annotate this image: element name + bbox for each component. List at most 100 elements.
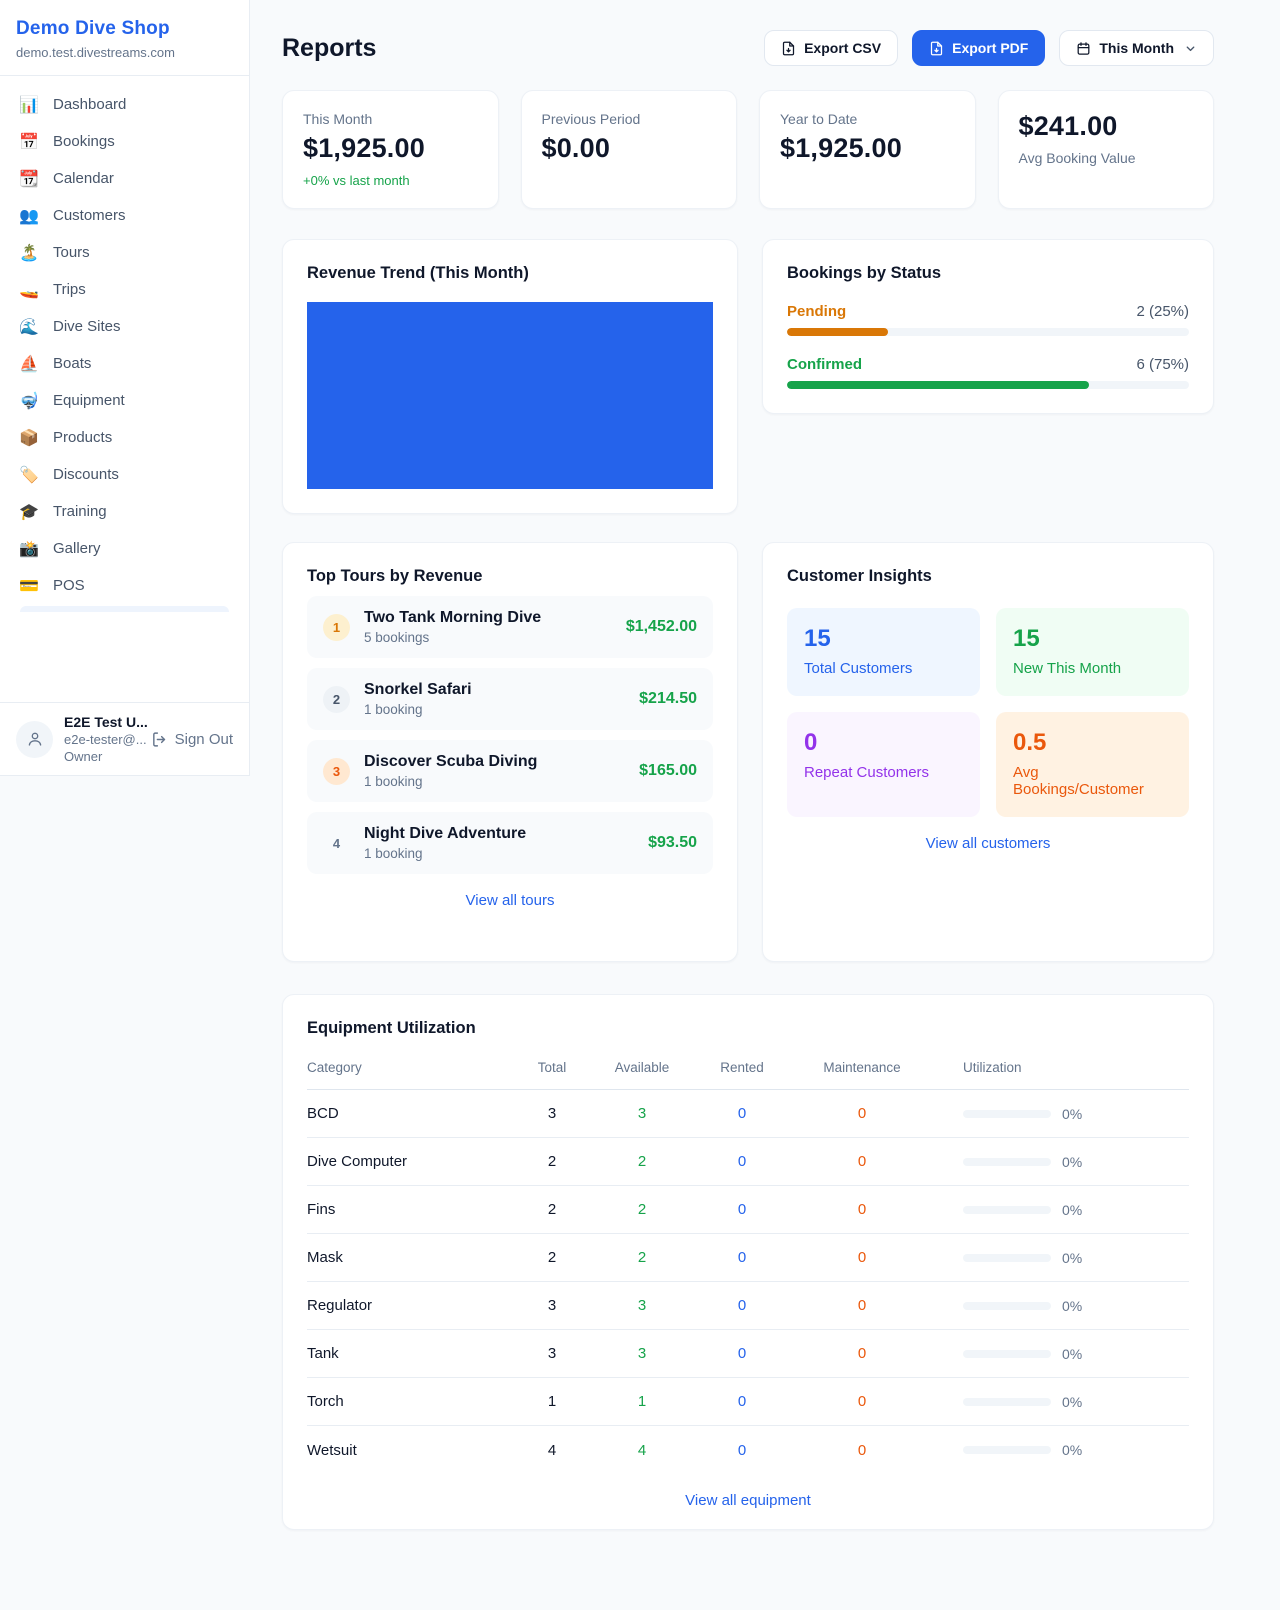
avatar — [16, 721, 53, 758]
wave-icon: 🌊 — [18, 319, 40, 335]
tile-label: Avg Bookings/Customer — [1013, 764, 1172, 798]
view-all-tours-link[interactable]: View all tours — [307, 892, 713, 909]
active-nav-pill-partial — [20, 606, 229, 612]
sidebar-item-bookings[interactable]: 📅 Bookings — [8, 123, 241, 160]
shop-header: Demo Dive Shop demo.test.divestreams.com — [0, 0, 249, 76]
graduation-cap-icon: 🎓 — [18, 504, 40, 520]
equipment-maintenance: 0 — [797, 1201, 927, 1218]
equipment-category: Fins — [307, 1201, 507, 1218]
stat-card-avg-booking-value: $241.00 Avg Booking Value — [998, 90, 1215, 209]
status-row-confirmed: Confirmed 6 (75%) — [787, 356, 1189, 389]
tour-bookings: 1 booking — [364, 702, 625, 717]
equipment-maintenance: 0 — [797, 1345, 927, 1362]
sidebar-item-pos[interactable]: 💳 POS — [8, 567, 241, 604]
stat-value: $1,925.00 — [303, 133, 478, 164]
credit-card-icon: 💳 — [18, 578, 40, 594]
utilization-bar — [963, 1302, 1051, 1310]
sidebar-item-label: Dive Sites — [53, 318, 121, 335]
equipment-category: Mask — [307, 1249, 507, 1266]
sidebar-item-tours[interactable]: 🏝️ Tours — [8, 234, 241, 271]
export-csv-button[interactable]: Export CSV — [764, 30, 898, 66]
sign-out-button[interactable]: Sign Out — [151, 731, 233, 748]
sidebar-item-boats[interactable]: ⛵ Boats — [8, 345, 241, 382]
sidebar-item-label: Equipment — [53, 392, 125, 409]
utilization-percent: 0% — [1062, 1298, 1082, 1314]
sidebar-item-label: Trips — [53, 281, 86, 298]
equipment-maintenance: 0 — [797, 1393, 927, 1410]
user-email: e2e-tester@... — [64, 732, 140, 747]
calendar-icon — [1076, 41, 1091, 56]
bookings-by-status-card: Bookings by Status Pending 2 (25%) Confi… — [762, 239, 1214, 414]
page-title: Reports — [282, 34, 376, 63]
equipment-total: 3 — [507, 1297, 597, 1314]
rank-badge: 1 — [323, 614, 350, 641]
table-body: BCD 3 3 0 0 0% Dive Computer 2 2 0 0 — [307, 1090, 1189, 1474]
tile-label: New This Month — [1013, 660, 1172, 677]
equipment-category: BCD — [307, 1105, 507, 1122]
view-all-equipment-link[interactable]: View all equipment — [307, 1492, 1189, 1509]
utilization-percent: 0% — [1062, 1154, 1082, 1170]
user-section: E2E Test U... e2e-tester@... Owner Sign … — [0, 702, 249, 775]
chevron-down-icon — [1184, 42, 1197, 55]
equipment-total: 2 — [507, 1201, 597, 1218]
bookings-by-status-title: Bookings by Status — [787, 264, 1189, 283]
user-name: E2E Test U... — [64, 714, 140, 730]
equipment-available: 3 — [597, 1105, 687, 1122]
stat-value: $1,925.00 — [780, 133, 955, 164]
utilization-bar — [963, 1158, 1051, 1166]
top-tours-card: Top Tours by Revenue 1 Two Tank Morning … — [282, 542, 738, 962]
table-row: BCD 3 3 0 0 0% — [307, 1090, 1189, 1138]
sidebar-item-label: Boats — [53, 355, 91, 372]
sidebar-item-customers[interactable]: 👥 Customers — [8, 197, 241, 234]
charts-row: Revenue Trend (This Month) Bookings by S… — [282, 239, 1214, 514]
sidebar-item-trips[interactable]: 🚤 Trips — [8, 271, 241, 308]
utilization-percent: 0% — [1062, 1442, 1082, 1458]
progress-track — [787, 328, 1189, 336]
package-icon: 📦 — [18, 430, 40, 446]
export-pdf-button[interactable]: Export PDF — [912, 30, 1045, 66]
status-label-confirmed: Confirmed — [787, 356, 862, 373]
equipment-rented: 0 — [687, 1345, 797, 1362]
sidebar-item-label: Calendar — [53, 170, 114, 187]
sidebar-item-gallery[interactable]: 📸 Gallery — [8, 530, 241, 567]
sailboat-icon: ⛵ — [18, 356, 40, 372]
tour-bookings: 1 booking — [364, 774, 625, 789]
sidebar-item-discounts[interactable]: 🏷️ Discounts — [8, 456, 241, 493]
equipment-category: Torch — [307, 1393, 507, 1410]
stat-card-this-month: This Month $1,925.00 +0% vs last month — [282, 90, 499, 209]
equipment-utilization-cell: 0% — [927, 1202, 1189, 1218]
equipment-total: 3 — [507, 1345, 597, 1362]
equipment-maintenance: 0 — [797, 1297, 927, 1314]
bookings-calendar-icon: 📅 — [18, 134, 40, 150]
equipment-category: Tank — [307, 1345, 507, 1362]
logout-icon — [151, 731, 168, 748]
tile-avg-bookings-customer: 0.5 Avg Bookings/Customer — [996, 712, 1189, 817]
speedboat-icon: 🚤 — [18, 282, 40, 298]
sidebar-item-label: Products — [53, 429, 112, 446]
revenue-bar — [307, 302, 713, 489]
sidebar-item-label: POS — [53, 577, 85, 594]
equipment-total: 2 — [507, 1153, 597, 1170]
stat-label: Previous Period — [542, 111, 717, 127]
tour-amount: $214.50 — [639, 690, 697, 708]
sidebar-item-dashboard[interactable]: 📊 Dashboard — [8, 86, 241, 123]
island-icon: 🏝️ — [18, 245, 40, 261]
revenue-trend-title: Revenue Trend (This Month) — [307, 264, 713, 283]
sidebar-item-dive-sites[interactable]: 🌊 Dive Sites — [8, 308, 241, 345]
table-row: Regulator 3 3 0 0 0% — [307, 1282, 1189, 1330]
equipment-category: Regulator — [307, 1297, 507, 1314]
equipment-total: 4 — [507, 1442, 597, 1459]
sidebar-item-equipment[interactable]: 🤿 Equipment — [8, 382, 241, 419]
tour-bookings: 1 booking — [364, 846, 634, 861]
sidebar-item-products[interactable]: 📦 Products — [8, 419, 241, 456]
stats-row: This Month $1,925.00 +0% vs last month P… — [282, 90, 1214, 209]
sidebar-item-training[interactable]: 🎓 Training — [8, 493, 241, 530]
view-all-customers-link[interactable]: View all customers — [787, 835, 1189, 852]
page-header: Reports Export CSV Export PDF This Month — [282, 30, 1214, 66]
period-select-button[interactable]: This Month — [1059, 30, 1214, 66]
tour-name: Two Tank Morning Dive — [364, 609, 612, 627]
utilization-percent: 0% — [1062, 1202, 1082, 1218]
table-row: Tank 3 3 0 0 0% — [307, 1330, 1189, 1378]
person-icon — [26, 730, 44, 748]
sidebar-item-calendar[interactable]: 📆 Calendar — [8, 160, 241, 197]
